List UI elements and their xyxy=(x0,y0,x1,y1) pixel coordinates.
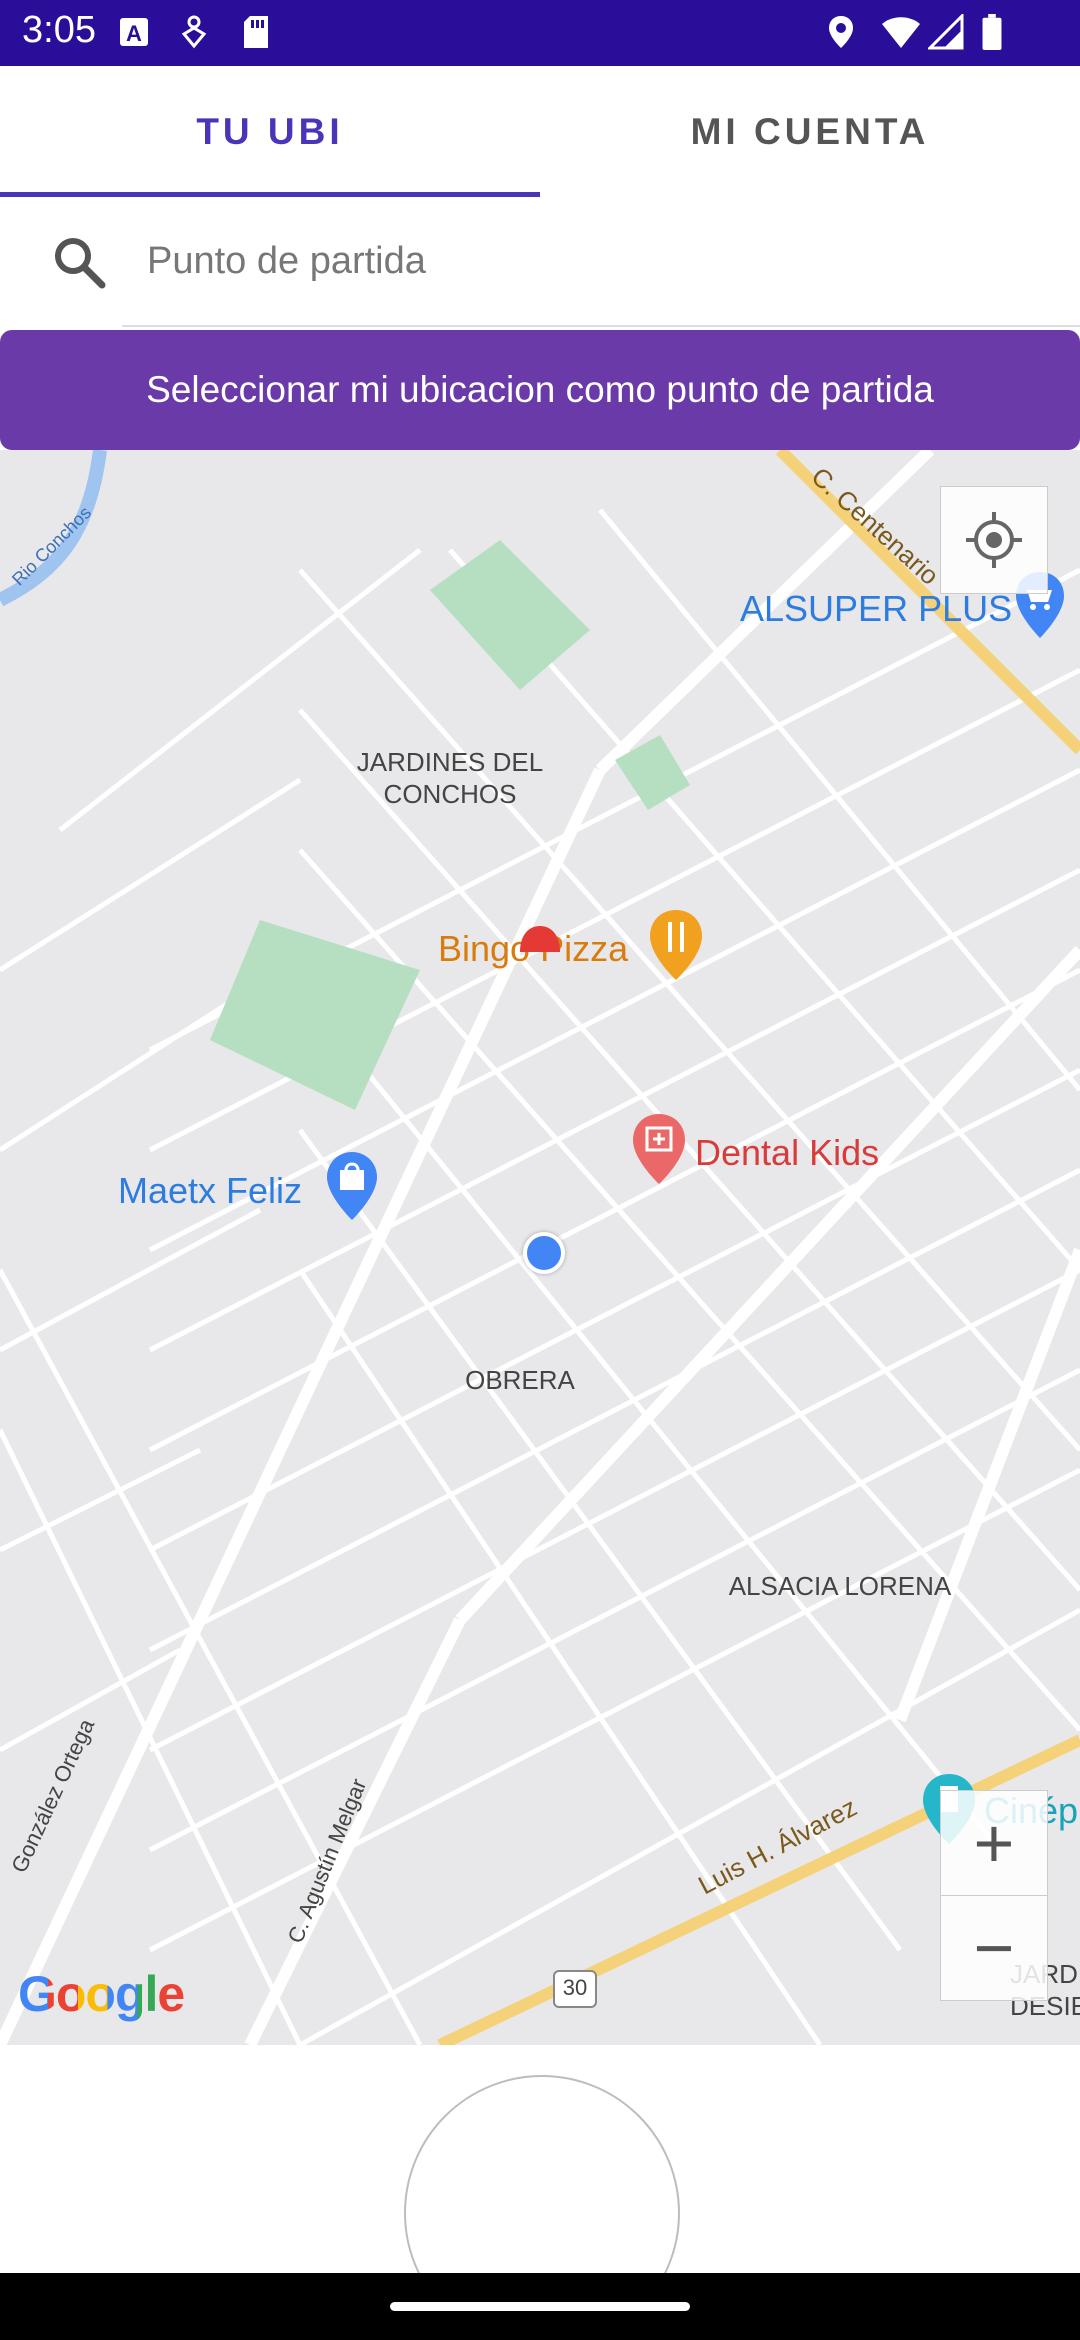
shopping-bag-pin-icon[interactable] xyxy=(324,1150,380,1222)
label-jardines-del-conchos: JARDINES DEL CONCHOS xyxy=(340,746,560,810)
svg-text:A: A xyxy=(126,21,142,46)
search-input[interactable] xyxy=(145,225,1049,297)
restaurant-pin-icon[interactable] xyxy=(646,908,706,982)
search-underline xyxy=(122,325,1080,327)
poi-maetx-feliz[interactable]: Maetx Feliz xyxy=(118,1170,302,1212)
center-circle-button[interactable] xyxy=(404,2075,680,2273)
poi-alsuper-plus[interactable]: ALSUPER PLUS xyxy=(740,588,1012,630)
status-time: 3:05 xyxy=(22,9,96,51)
battery-icon xyxy=(982,14,1002,50)
dental-pin-icon[interactable] xyxy=(630,1112,688,1186)
my-location-dot xyxy=(523,1232,565,1274)
label-jardines-line1: JARDINES DEL xyxy=(356,747,544,777)
label-obrera: OBRERA xyxy=(465,1365,575,1395)
map-view[interactable]: JARDINES DEL CONCHOS OBRERA ALSACIA LORE… xyxy=(0,450,1080,2045)
location-icon xyxy=(829,16,853,48)
hand-icon xyxy=(181,15,207,49)
route-30-badge: 30 xyxy=(553,1970,597,2008)
bottom-panel xyxy=(0,2045,1080,2273)
search-icon xyxy=(55,238,106,289)
wifi-icon xyxy=(882,17,920,48)
home-gesture-handle[interactable] xyxy=(390,2302,690,2311)
signal-icon xyxy=(928,14,964,50)
tab-bar: TU UBI MI CUENTA xyxy=(0,66,1080,197)
search-bar xyxy=(0,197,1080,327)
crosshair-icon xyxy=(966,512,1022,568)
tab-mi-cuenta[interactable]: MI CUENTA xyxy=(540,66,1080,197)
my-location-button[interactable] xyxy=(940,486,1048,594)
google-logo-text: Google xyxy=(18,1966,185,2022)
status-bar: 3:05 A xyxy=(0,0,1080,66)
tab-tu-ubi[interactable]: TU UBI xyxy=(0,66,540,197)
zoom-out-button[interactable]: − xyxy=(940,1895,1048,2001)
navigation-bar xyxy=(0,2273,1080,2340)
google-logo: Google xyxy=(18,1965,185,2023)
label-alsacia-lorena: ALSACIA LORENA xyxy=(728,1571,952,1601)
keyboard-a-icon: A xyxy=(120,18,148,46)
select-my-location-button[interactable]: Seleccionar mi ubicacion como punto de p… xyxy=(0,330,1080,450)
poi-dental-kids[interactable]: Dental Kids xyxy=(695,1132,879,1174)
label-jardines-line2: CONCHOS xyxy=(383,779,517,809)
selected-location-marker-icon xyxy=(520,926,560,952)
zoom-in-button[interactable]: + xyxy=(940,1790,1048,1896)
sd-card-icon xyxy=(244,16,268,48)
